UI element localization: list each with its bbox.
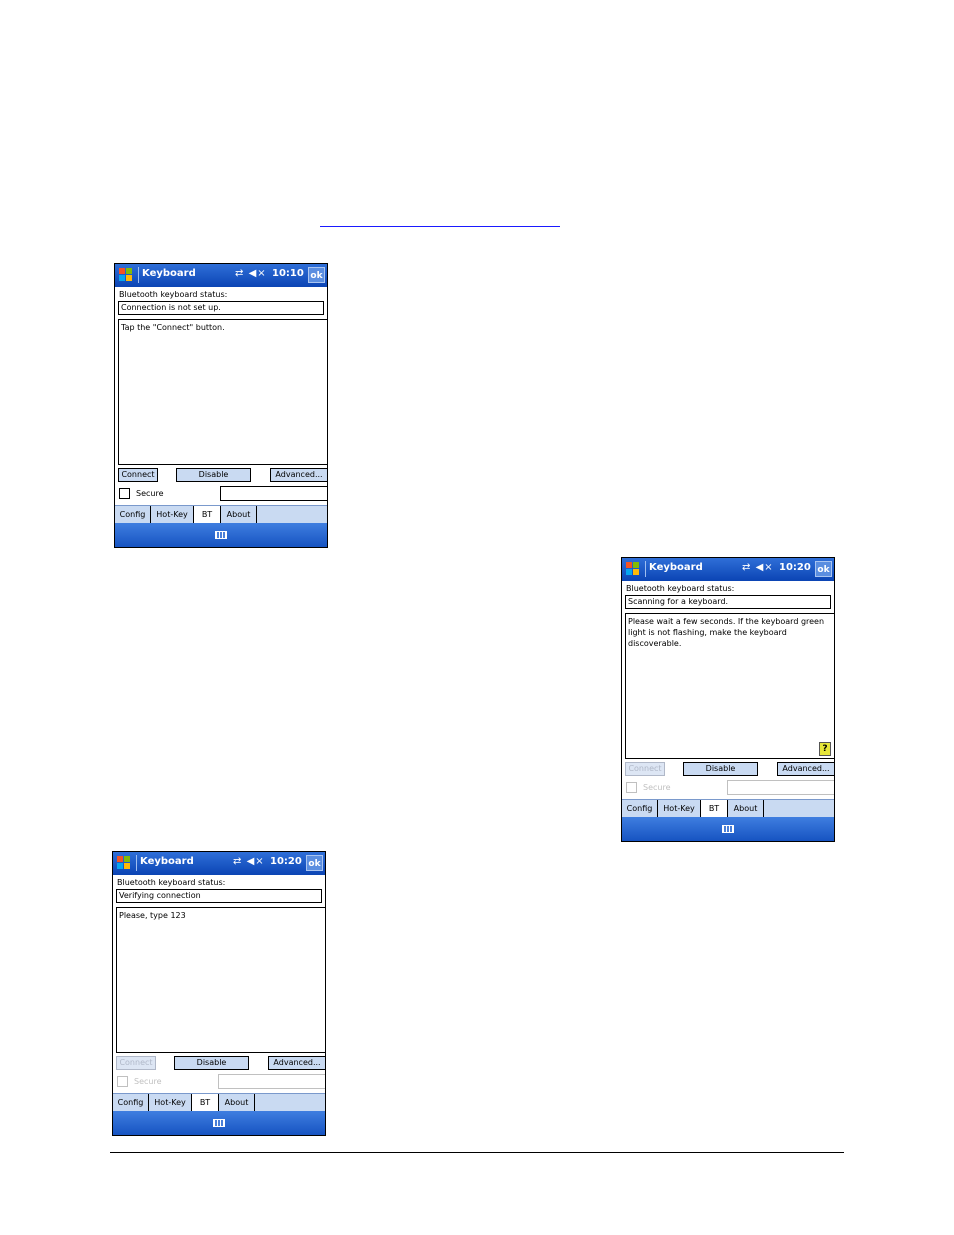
status-label: Bluetooth keyboard status: bbox=[117, 878, 226, 887]
tab-about[interactable]: About bbox=[221, 506, 257, 524]
ok-button[interactable]: ok bbox=[815, 561, 832, 577]
tab-bt[interactable]: BT bbox=[192, 1094, 219, 1112]
message-box: Please, type 123 bbox=[116, 907, 325, 1053]
tab-bt[interactable]: BT bbox=[701, 800, 728, 818]
status-value: Verifying connection bbox=[116, 889, 322, 903]
tab-bt[interactable]: BT bbox=[194, 506, 221, 524]
tab-hot-key[interactable]: Hot-Key bbox=[149, 1094, 192, 1112]
message-box: Tap the "Connect" button. bbox=[118, 319, 327, 465]
connect-button[interactable]: Connect bbox=[118, 468, 158, 482]
tab-bar: Config Hot-Key BT About bbox=[115, 505, 327, 524]
app-title: Keyboard bbox=[142, 268, 196, 279]
secure-checkbox[interactable] bbox=[117, 1076, 128, 1087]
status-icons[interactable]: ⇄ ◀× bbox=[233, 856, 265, 867]
clock[interactable]: 10:10 bbox=[272, 268, 304, 279]
disable-button[interactable]: Disable bbox=[176, 468, 251, 482]
connectivity-icon[interactable]: ⇄ bbox=[742, 562, 751, 573]
ok-button[interactable]: ok bbox=[306, 855, 323, 871]
tab-hot-key[interactable]: Hot-Key bbox=[151, 506, 194, 524]
title-bar: Keyboard ⇄ ◀× 10:20 ok bbox=[113, 852, 325, 875]
clock[interactable]: 10:20 bbox=[270, 856, 302, 867]
advanced-button[interactable]: Advanced... bbox=[268, 1056, 325, 1070]
connectivity-icon[interactable]: ⇄ bbox=[235, 268, 244, 279]
screenshot-scanning: Keyboard ⇄ ◀× 10:20 ok Bluetooth keyboar… bbox=[621, 557, 835, 842]
windows-flag-icon[interactable] bbox=[116, 855, 132, 871]
tab-config[interactable]: Config bbox=[115, 506, 151, 524]
secure-input[interactable] bbox=[220, 486, 327, 501]
app-title: Keyboard bbox=[140, 856, 194, 867]
status-label: Bluetooth keyboard status: bbox=[626, 584, 735, 593]
secure-input[interactable] bbox=[218, 1074, 325, 1089]
title-bar: Keyboard ⇄ ◀× 10:10 ok bbox=[115, 264, 327, 287]
secure-label: Secure bbox=[134, 1077, 162, 1086]
status-icons[interactable]: ⇄ ◀× bbox=[235, 268, 267, 279]
advanced-button[interactable]: Advanced... bbox=[270, 468, 327, 482]
connect-button[interactable]: Connect bbox=[116, 1056, 156, 1070]
secure-checkbox[interactable] bbox=[119, 488, 130, 499]
keyboard-icon[interactable] bbox=[722, 825, 734, 833]
status-value: Connection is not set up. bbox=[118, 301, 324, 315]
connect-button[interactable]: Connect bbox=[625, 762, 665, 776]
ok-button[interactable]: ok bbox=[308, 267, 325, 283]
tab-about[interactable]: About bbox=[728, 800, 764, 818]
connectivity-icon[interactable]: ⇄ bbox=[233, 856, 242, 867]
secure-checkbox[interactable] bbox=[626, 782, 637, 793]
windows-flag-icon[interactable] bbox=[118, 267, 134, 283]
status-value: Scanning for a keyboard. bbox=[625, 595, 831, 609]
tab-bar: Config Hot-Key BT About bbox=[113, 1093, 325, 1112]
screenshot-verifying: Keyboard ⇄ ◀× 10:20 ok Bluetooth keyboar… bbox=[112, 851, 326, 1136]
speaker-muted-icon[interactable]: ◀× bbox=[756, 562, 774, 573]
tab-about[interactable]: About bbox=[219, 1094, 255, 1112]
secure-label: Secure bbox=[643, 783, 671, 792]
status-icons[interactable]: ⇄ ◀× bbox=[742, 562, 774, 573]
speaker-muted-icon[interactable]: ◀× bbox=[247, 856, 265, 867]
screenshot-not-set-up: Keyboard ⇄ ◀× 10:10 ok Bluetooth keyboar… bbox=[114, 263, 328, 548]
menu-bar bbox=[622, 817, 834, 841]
disable-button[interactable]: Disable bbox=[683, 762, 758, 776]
app-title: Keyboard bbox=[649, 562, 703, 573]
keyboard-icon[interactable] bbox=[215, 531, 227, 539]
tab-config[interactable]: Config bbox=[622, 800, 658, 818]
secure-input[interactable] bbox=[727, 780, 834, 795]
clock[interactable]: 10:20 bbox=[779, 562, 811, 573]
message-box: Please wait a few seconds. If the keyboa… bbox=[625, 613, 834, 759]
tab-hot-key[interactable]: Hot-Key bbox=[658, 800, 701, 818]
disable-button[interactable]: Disable bbox=[174, 1056, 249, 1070]
speaker-muted-icon[interactable]: ◀× bbox=[249, 268, 267, 279]
secure-label: Secure bbox=[136, 489, 164, 498]
menu-bar bbox=[115, 523, 327, 547]
link-underline[interactable] bbox=[320, 226, 560, 227]
title-separator bbox=[645, 561, 646, 577]
tab-bar: Config Hot-Key BT About bbox=[622, 799, 834, 818]
footer-rule bbox=[110, 1152, 844, 1153]
advanced-button[interactable]: Advanced... bbox=[777, 762, 834, 776]
windows-flag-icon[interactable] bbox=[625, 561, 641, 577]
title-separator bbox=[136, 855, 137, 871]
help-icon[interactable]: ? bbox=[819, 742, 831, 756]
tab-config[interactable]: Config bbox=[113, 1094, 149, 1112]
menu-bar bbox=[113, 1111, 325, 1135]
title-separator bbox=[138, 267, 139, 283]
title-bar: Keyboard ⇄ ◀× 10:20 ok bbox=[622, 558, 834, 581]
keyboard-icon[interactable] bbox=[213, 1119, 225, 1127]
status-label: Bluetooth keyboard status: bbox=[119, 290, 228, 299]
